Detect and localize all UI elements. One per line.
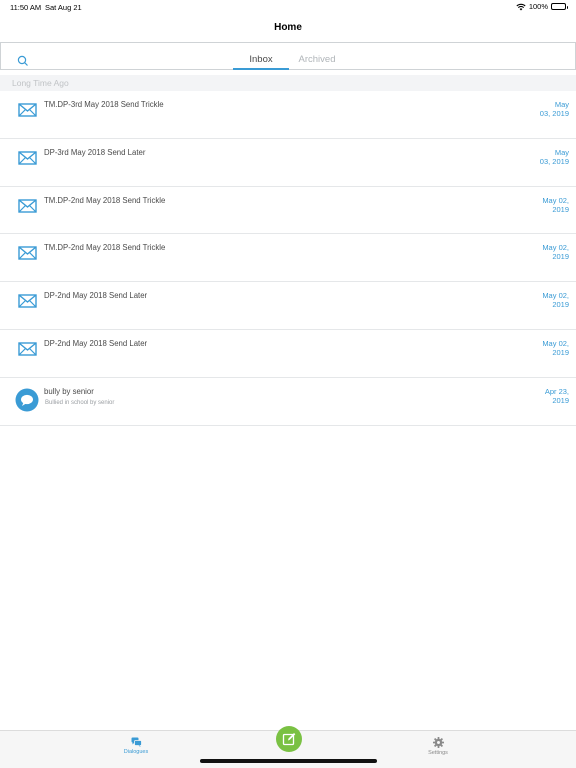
message-date: Apr 23, 2019 [544, 386, 569, 405]
list-item[interactable]: DP-2nd May 2018 Send Later May 02, 2019 [0, 282, 576, 330]
tab-settings[interactable]: Settings [408, 737, 468, 756]
message-title: TM.DP-2nd May 2018 Send Trickle [44, 243, 166, 253]
message-date: May 02, 2019 [542, 338, 569, 357]
home-indicator [200, 759, 377, 763]
message-title: DP-2nd May 2018 Send Later [44, 291, 148, 301]
battery-icon [551, 3, 568, 10]
status-date: Sat Aug 21 [45, 3, 82, 12]
search-icon[interactable] [17, 55, 29, 67]
message-date: May 02, 2019 [542, 291, 569, 310]
message-date: May 02, 2019 [542, 195, 569, 214]
tab-dialogues[interactable]: Dialogues [106, 737, 166, 755]
message-title: bully by senior [44, 386, 94, 396]
envelope-icon [18, 198, 37, 213]
message-title: TM.DP-3rd May 2018 Send Trickle [44, 100, 164, 109]
message-list: TM.DP-3rd May 2018 Send Trickle May 03, 2… [0, 91, 576, 426]
tab-archived[interactable]: Archived [291, 54, 343, 70]
status-right: 100% [516, 2, 568, 11]
tab-settings-label: Settings [428, 750, 448, 756]
envelope-icon [18, 246, 37, 261]
compose-icon [282, 733, 296, 746]
list-item[interactable]: TM.DP-2nd May 2018 Send Trickle May 02, 2… [0, 187, 576, 235]
message-title: DP-3rd May 2018 Send Later [44, 147, 146, 157]
envelope-icon [18, 151, 37, 165]
envelope-icon [18, 103, 37, 117]
message-date: May 03, 2019 [539, 100, 569, 118]
page-title: Home [274, 22, 302, 33]
message-date: May 03, 2019 [539, 147, 569, 166]
tab-dialogues-label: Dialogues [123, 749, 149, 755]
status-bar: 11:50 AM Sat Aug 21 100% [0, 0, 576, 14]
list-item[interactable]: TM.DP-3rd May 2018 Send Trickle May 03, 2… [0, 91, 576, 139]
message-date: May 02, 2019 [542, 243, 569, 262]
compose-button[interactable] [276, 726, 302, 752]
list-item[interactable]: DP-3rd May 2018 Send Later May 03, 2019 [0, 139, 576, 187]
list-item[interactable]: TM.DP-2nd May 2018 Send Trickle May 02, 2… [0, 234, 576, 283]
message-subtitle: Bullied in school by senior [45, 399, 115, 406]
list-item[interactable]: bully by senior Bullied in school by sen… [0, 378, 576, 426]
tab-inbox[interactable]: Inbox [233, 54, 289, 70]
dialogues-icon [131, 737, 142, 747]
envelope-icon [18, 294, 37, 308]
tabs-bar: Inbox Archived [0, 42, 576, 70]
chat-bubble-icon [15, 388, 39, 412]
battery-percent: 100% [528, 2, 548, 11]
list-item[interactable]: DP-2nd May 2018 Send Later May 02, 2019 [0, 330, 576, 378]
status-time: 11:50 AM [10, 3, 42, 12]
section-header: Long Time Ago [0, 75, 576, 91]
message-title: DP-2nd May 2018 Send Later [44, 338, 148, 348]
envelope-icon [18, 342, 37, 356]
gear-icon [432, 737, 444, 748]
wifi-icon [516, 3, 526, 10]
message-title: TM.DP-2nd May 2018 Send Trickle [44, 195, 166, 205]
